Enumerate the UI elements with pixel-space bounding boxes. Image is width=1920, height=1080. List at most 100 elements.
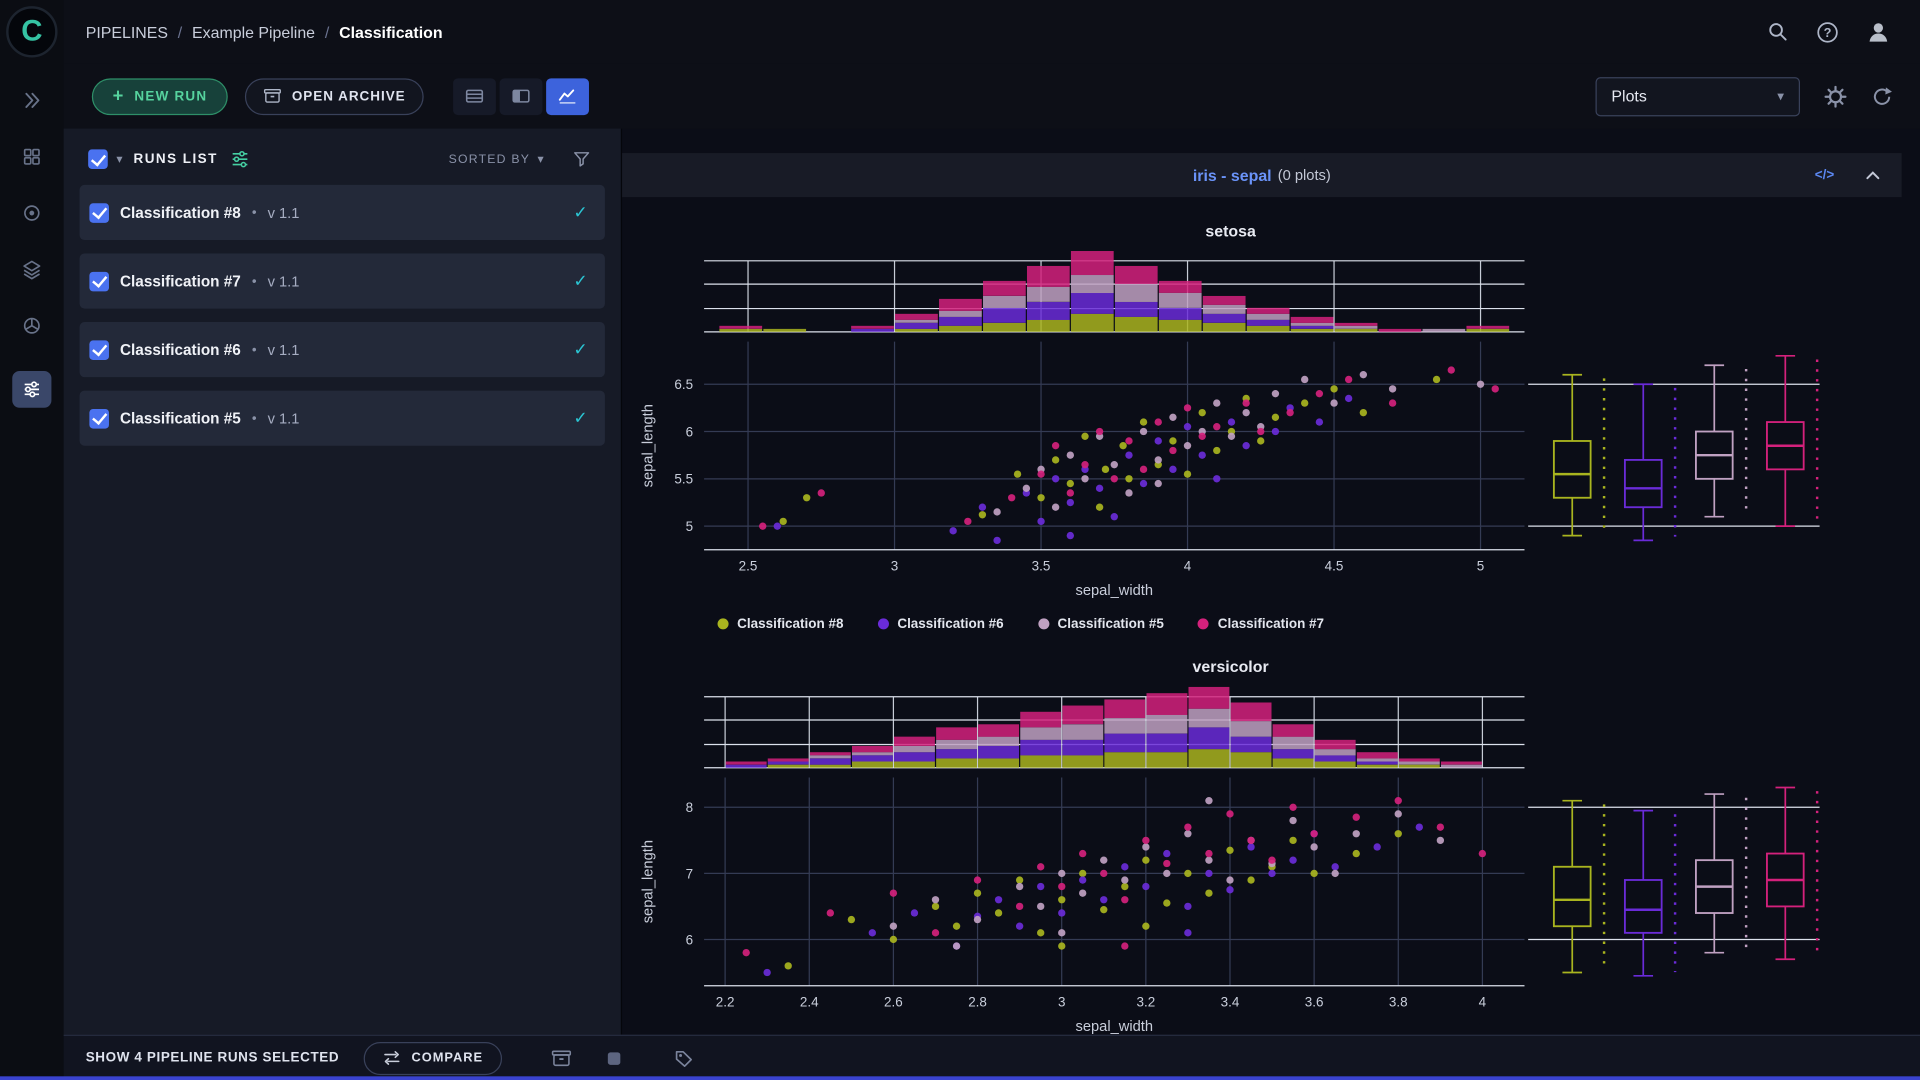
- chart-legend: Classification #8 Classification #6 Clas…: [718, 613, 1902, 634]
- embed-code-icon[interactable]: </>: [1815, 168, 1834, 183]
- breadcrumb-separator: /: [325, 23, 329, 41]
- split-view-toggle[interactable]: [500, 78, 543, 115]
- run-row[interactable]: Classification #7 • v 1.1 ✓: [80, 253, 605, 308]
- svg-text:2.5: 2.5: [739, 559, 758, 574]
- table-view-toggle[interactable]: [453, 78, 496, 115]
- run-version: v 1.1: [268, 341, 300, 358]
- auto-refresh-icon[interactable]: [1871, 85, 1893, 107]
- run-checkbox[interactable]: [89, 271, 109, 291]
- content-area: ▾ RUNS LIST SORTED BY ▾ Classifica: [64, 129, 1920, 1035]
- legend-label: Classification #6: [897, 617, 1003, 632]
- datasets-icon[interactable]: [21, 146, 43, 168]
- legend-dot: [1038, 618, 1049, 629]
- chevron-down-icon[interactable]: ▾: [116, 152, 122, 165]
- compare-label: COMPARE: [411, 1051, 483, 1066]
- legend-label: Classification #5: [1058, 617, 1164, 632]
- help-icon[interactable]: ?: [1816, 20, 1839, 43]
- selection-footer: SHOW 4 PIPELINE RUNS SELECTED COMPARE: [64, 1035, 1920, 1080]
- bullet-separator: •: [252, 342, 257, 357]
- run-row[interactable]: Classification #5 • v 1.1 ✓: [80, 391, 605, 446]
- chart-versicolor: versicolor 2.22.42.62.833.23.43.63.84678…: [622, 658, 1902, 1035]
- svg-text:6: 6: [686, 932, 693, 947]
- svg-text:6.5: 6.5: [674, 377, 693, 392]
- sorted-by-label: SORTED BY: [449, 152, 531, 165]
- sorted-by-dropdown[interactable]: SORTED BY ▾: [449, 152, 545, 165]
- left-nav-rail: C: [0, 0, 64, 1080]
- plot-group-count: (0 plots): [1278, 167, 1331, 184]
- top-bar: PIPELINES / Example Pipeline / Classific…: [64, 0, 1920, 64]
- clearml-logo[interactable]: C: [6, 6, 57, 57]
- run-version: v 1.1: [268, 204, 300, 221]
- settings-gear-icon[interactable]: [1824, 85, 1846, 107]
- svg-text:4: 4: [1479, 995, 1487, 1010]
- archive-icon[interactable]: [550, 1048, 571, 1069]
- tune-filters-icon[interactable]: [230, 149, 250, 169]
- hyper-datasets-icon[interactable]: [21, 315, 43, 337]
- select-all-checkbox[interactable]: [88, 149, 108, 169]
- run-name: Classification #6: [120, 341, 241, 358]
- legend-item[interactable]: Classification #6: [878, 613, 1004, 634]
- svg-text:sepal_width: sepal_width: [1075, 1019, 1153, 1035]
- run-checkbox[interactable]: [89, 203, 109, 223]
- svg-text:5: 5: [686, 519, 693, 534]
- search-icon[interactable]: [1767, 21, 1789, 43]
- run-checkbox[interactable]: [89, 408, 109, 428]
- open-archive-label: OPEN ARCHIVE: [292, 89, 406, 104]
- breadcrumb-pipeline-name[interactable]: Example Pipeline: [192, 23, 315, 41]
- svg-text:4.5: 4.5: [1325, 559, 1344, 574]
- layers-icon[interactable]: [21, 258, 43, 280]
- setosa-scatter-plot[interactable]: 2.533.544.5555.566.5sepal_widthsepal_len…: [637, 244, 1902, 604]
- svg-text:3.2: 3.2: [1136, 995, 1155, 1010]
- svg-text:3.5: 3.5: [1032, 559, 1051, 574]
- show-selected-runs-link[interactable]: SHOW 4 PIPELINE RUNS SELECTED: [86, 1051, 340, 1066]
- bullet-separator: •: [252, 205, 257, 220]
- run-row[interactable]: Classification #8 • v 1.1 ✓: [80, 185, 605, 240]
- launch-icon[interactable]: [21, 89, 43, 111]
- run-name: Classification #5: [120, 410, 241, 427]
- legend-item[interactable]: Classification #7: [1198, 613, 1324, 634]
- open-archive-button[interactable]: OPEN ARCHIVE: [245, 78, 424, 115]
- new-run-button[interactable]: + NEW RUN: [92, 78, 228, 115]
- legend-label: Classification #8: [737, 617, 843, 632]
- svg-text:2.8: 2.8: [968, 995, 987, 1010]
- breadcrumb-separator: /: [178, 23, 182, 41]
- run-row[interactable]: Classification #6 • v 1.1 ✓: [80, 322, 605, 377]
- legend-dot: [878, 618, 889, 629]
- plots-view-toggle[interactable]: [546, 78, 589, 115]
- versicolor-scatter-plot[interactable]: 2.22.42.62.833.23.43.63.84678sepal_width…: [637, 680, 1902, 1035]
- legend-item[interactable]: Classification #5: [1038, 613, 1164, 634]
- run-checkbox[interactable]: [89, 340, 109, 360]
- chart-title: versicolor: [637, 658, 1825, 680]
- abort-icon[interactable]: [603, 1048, 624, 1069]
- run-version: v 1.1: [268, 272, 300, 289]
- svg-text:4: 4: [1184, 559, 1192, 574]
- run-completed-check-icon: ✓: [573, 271, 587, 292]
- filter-icon[interactable]: [572, 149, 592, 169]
- svg-text:3.8: 3.8: [1389, 995, 1408, 1010]
- run-name: Classification #8: [120, 204, 241, 221]
- chart-setosa: setosa 2.533.544.5555.566.5sepal_widthse…: [622, 222, 1902, 635]
- run-version: v 1.1: [268, 410, 300, 427]
- svg-text:6: 6: [686, 424, 693, 439]
- pipelines-icon[interactable]: [12, 371, 51, 408]
- svg-text:sepal_length: sepal_length: [641, 404, 657, 487]
- breadcrumb-pipelines[interactable]: PIPELINES: [86, 23, 168, 41]
- compare-button[interactable]: COMPARE: [364, 1041, 502, 1074]
- chevron-down-icon: ▾: [1777, 88, 1784, 104]
- avatar[interactable]: [1866, 20, 1890, 44]
- plots-area: iris - sepal (0 plots) </> setosa 2.533.…: [622, 129, 1920, 1035]
- view-toggle-group: [453, 78, 589, 115]
- plots-view-select-value: Plots: [1611, 87, 1646, 105]
- legend-dot: [718, 618, 729, 629]
- svg-text:5.5: 5.5: [674, 472, 693, 487]
- svg-text:sepal_width: sepal_width: [1075, 583, 1153, 599]
- svg-text:2.4: 2.4: [800, 995, 819, 1010]
- run-completed-check-icon: ✓: [573, 339, 587, 360]
- models-icon[interactable]: [21, 202, 43, 224]
- plot-group-title: iris - sepal: [1193, 166, 1272, 184]
- plots-view-select[interactable]: Plots ▾: [1596, 77, 1800, 116]
- tags-icon[interactable]: [673, 1048, 694, 1069]
- collapse-chevron-up-icon[interactable]: [1864, 168, 1882, 183]
- legend-item[interactable]: Classification #8: [718, 613, 844, 634]
- new-run-label: NEW RUN: [134, 89, 207, 104]
